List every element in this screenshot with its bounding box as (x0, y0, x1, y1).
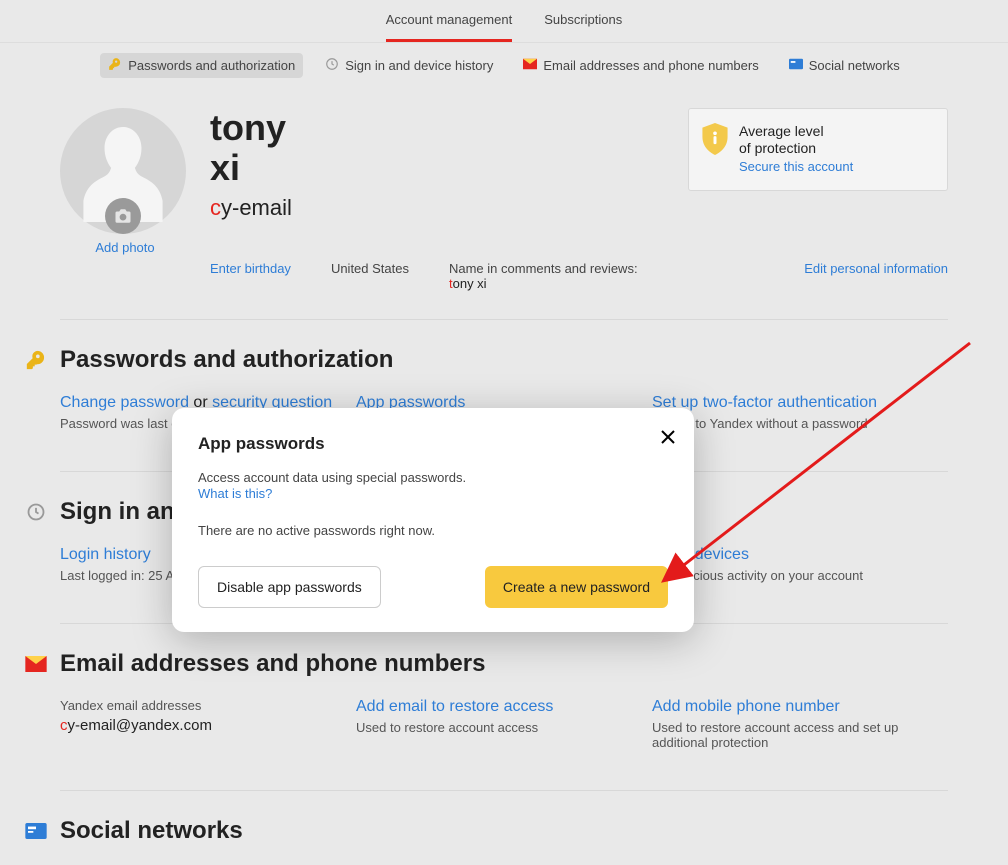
subnav-passwords[interactable]: Passwords and authorization (100, 53, 303, 78)
add-mobile-link[interactable]: Add mobile phone number (652, 698, 840, 715)
protection-line1: Average level (739, 123, 933, 140)
modal-title: App passwords (198, 434, 668, 454)
profile-block: Add photo tony xi cy-email Average level… (60, 88, 948, 285)
section-email-title: Email addresses and phone numbers (60, 650, 485, 678)
section-email-heading: Email addresses and phone numbers (24, 650, 948, 678)
yandex-email-label: Yandex email addresses (60, 698, 336, 713)
profile-login: cy-email (210, 195, 292, 221)
card-icon (789, 58, 803, 73)
mail-icon (523, 58, 537, 73)
section-social-heading: Social networks (24, 817, 948, 845)
main-container: Add photo tony xi cy-email Average level… (0, 88, 1008, 855)
profile-first-name: tony (210, 108, 292, 148)
secure-account-link[interactable]: Secure this account (739, 159, 853, 174)
card-icon (24, 823, 48, 839)
add-email-link[interactable]: Add email to restore access (356, 698, 553, 715)
mail-icon (24, 656, 48, 672)
profile-identity: tony xi cy-email (210, 108, 292, 255)
avatar-wrap: Add photo (60, 108, 190, 255)
nav-account-management[interactable]: Account management (386, 12, 512, 42)
add-mobile-desc: Used to restore account access and set u… (652, 720, 928, 750)
close-icon (660, 429, 676, 445)
modal-desc: Access account data using special passwo… (198, 470, 668, 485)
col-yandex-email: Yandex email addresses cy-email@yandex.c… (60, 698, 356, 750)
section-email: Email addresses and phone numbers Yandex… (60, 623, 948, 790)
col-add-email: Add email to restore access Used to rest… (356, 698, 652, 750)
subnav-email-label: Email addresses and phone numbers (543, 58, 758, 73)
col-add-mobile: Add mobile phone number Used to restore … (652, 698, 948, 750)
subnav-signin-label: Sign in and device history (345, 58, 493, 73)
key-icon (24, 349, 48, 371)
shield-icon (701, 123, 729, 155)
email-first-char: c (60, 717, 68, 734)
add-email-desc: Used to restore account access (356, 720, 632, 735)
sub-nav: Passwords and authorization Sign in and … (0, 43, 1008, 88)
key-icon (108, 57, 122, 74)
subnav-email[interactable]: Email addresses and phone numbers (515, 53, 766, 78)
add-photo-link[interactable]: Add photo (60, 240, 190, 255)
section-passwords-title: Passwords and authorization (60, 346, 393, 374)
section-social: Social networks (60, 790, 948, 855)
create-new-password-button[interactable]: Create a new password (485, 566, 668, 608)
col-twofa: Set up two-factor authentication Sign in… (652, 394, 948, 431)
close-button[interactable] (660, 428, 676, 451)
section-social-title: Social networks (60, 817, 243, 845)
subnav-social[interactable]: Social networks (781, 53, 908, 78)
avatar[interactable] (60, 108, 186, 234)
camera-icon (105, 198, 141, 234)
change-password-link[interactable]: Change password (60, 394, 189, 411)
section-passwords-heading: Passwords and authorization (24, 346, 948, 374)
protection-card: Average level of protection Secure this … (688, 108, 948, 191)
app-passwords-modal: App passwords Access account data using … (172, 408, 694, 632)
protection-line2: of protection (739, 140, 933, 157)
subnav-signin[interactable]: Sign in and device history (317, 53, 501, 78)
yandex-email-value: cy-email@yandex.com (60, 717, 336, 734)
login-first-char: c (210, 195, 221, 220)
profile-last-name: xi (210, 148, 292, 188)
modal-status: There are no active passwords right now. (198, 523, 668, 538)
what-is-this-link[interactable]: What is this? (198, 486, 272, 501)
nav-subscriptions[interactable]: Subscriptions (544, 12, 622, 42)
login-history-link[interactable]: Login history (60, 546, 151, 563)
email-rest: y-email@yandex.com (68, 717, 212, 734)
subnav-passwords-label: Passwords and authorization (128, 58, 295, 73)
clock-icon (325, 57, 339, 74)
col-all-devices: on all devices e suspicious activity on … (652, 546, 948, 583)
login-rest: y-email (221, 195, 292, 220)
top-nav: Account management Subscriptions (0, 0, 1008, 43)
clock-icon (24, 502, 48, 522)
subnav-social-label: Social networks (809, 58, 900, 73)
disable-app-passwords-button[interactable]: Disable app passwords (198, 566, 381, 608)
